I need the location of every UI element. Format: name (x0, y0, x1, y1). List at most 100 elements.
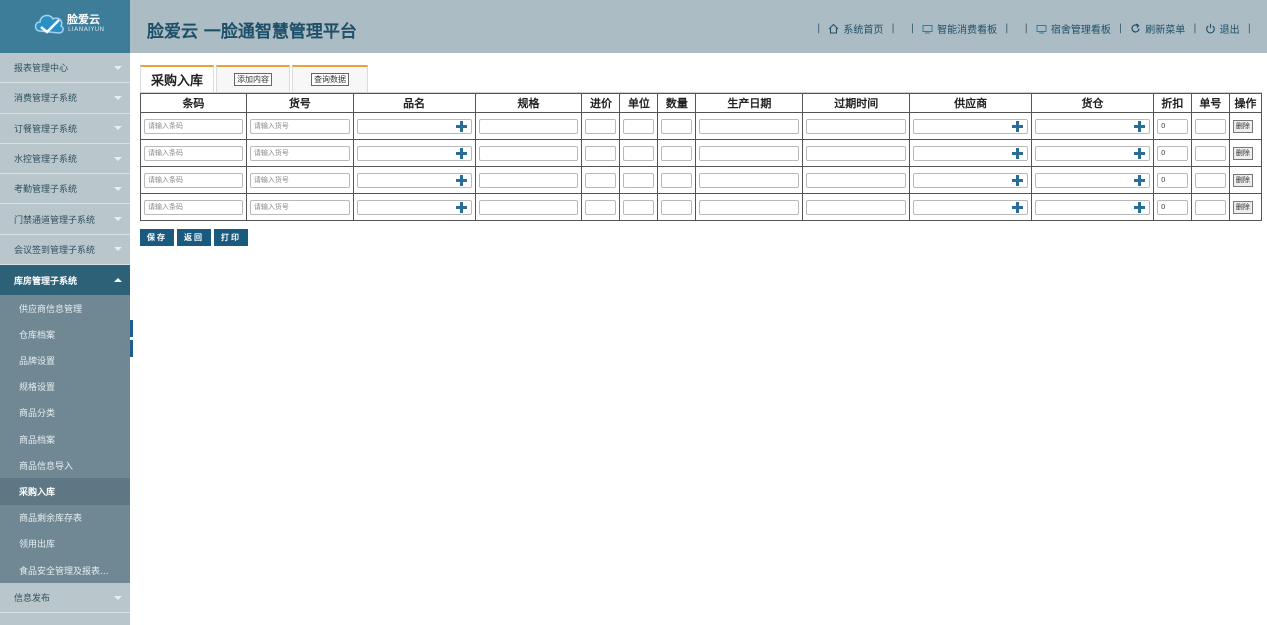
submenu-item-food-safety[interactable]: 食品安全管理及报表... (0, 557, 130, 583)
back-button[interactable]: 返回 (177, 229, 211, 246)
production-date-input[interactable] (699, 199, 800, 215)
product-name-picker[interactable] (356, 199, 472, 215)
product-name-picker[interactable] (356, 118, 472, 134)
price-input[interactable] (585, 145, 617, 161)
order-no-input[interactable] (1194, 145, 1226, 161)
plus-icon[interactable] (1133, 201, 1145, 213)
discount-input[interactable]: 0 (1156, 172, 1188, 188)
sidebar-item-report[interactable]: 报表管理中心 (0, 53, 130, 84)
supplier-picker[interactable] (913, 118, 1029, 134)
submenu-item-category[interactable]: 商品分类 (0, 400, 130, 426)
barcode-input[interactable]: 请输入条码 (144, 145, 243, 161)
barcode-input[interactable]: 请输入条码 (144, 118, 243, 134)
warehouse-picker[interactable] (1035, 172, 1150, 188)
sidebar-item-consume[interactable]: 消费管理子系统 (0, 83, 130, 114)
spec-input[interactable] (478, 145, 579, 161)
plus-icon[interactable] (1012, 120, 1024, 132)
unit-input[interactable] (623, 199, 655, 215)
unit-input[interactable] (623, 172, 655, 188)
expiry-date-input[interactable] (806, 145, 907, 161)
plus-icon[interactable] (1012, 201, 1024, 213)
supplier-picker[interactable] (913, 145, 1029, 161)
collapse-handle[interactable] (130, 340, 133, 357)
discount-input[interactable]: 0 (1156, 145, 1188, 161)
sidebar-item-attendance[interactable]: 考勤管理子系统 (0, 174, 130, 205)
expiry-date-input[interactable] (806, 118, 907, 134)
discount-input[interactable]: 0 (1156, 199, 1188, 215)
plus-icon[interactable] (455, 147, 467, 159)
nav-logout[interactable]: 退出 (1205, 21, 1240, 36)
print-button[interactable]: 打印 (214, 229, 248, 246)
save-button[interactable]: 保存 (140, 229, 174, 246)
order-no-input[interactable] (1194, 199, 1226, 215)
quantity-input[interactable] (661, 118, 693, 134)
submenu-item-brand[interactable]: 品牌设置 (0, 347, 130, 373)
collapse-handle[interactable] (130, 320, 133, 337)
production-date-input[interactable] (699, 172, 800, 188)
delete-button[interactable]: 删除 (1232, 119, 1253, 133)
itemno-input[interactable]: 请输入货号 (249, 118, 350, 134)
nav-consume-board[interactable]: 智能消费看板 (922, 21, 997, 36)
tab-add-content[interactable]: 添加内容 (216, 65, 290, 92)
spec-input[interactable] (478, 199, 579, 215)
price-input[interactable] (585, 199, 617, 215)
itemno-input[interactable]: 请输入货号 (249, 172, 350, 188)
submenu-item-outbound[interactable]: 领用出库 (0, 531, 130, 557)
supplier-picker[interactable] (913, 199, 1029, 215)
product-name-picker[interactable] (356, 172, 472, 188)
tab-query-data[interactable]: 查询数据 (292, 65, 368, 92)
plus-icon[interactable] (1012, 147, 1024, 159)
expiry-date-input[interactable] (806, 172, 907, 188)
production-date-input[interactable] (699, 145, 800, 161)
spec-input[interactable] (478, 118, 579, 134)
sidebar-item-warehouse[interactable]: 库房管理子系统 (0, 265, 130, 296)
nav-refresh[interactable]: 刷新菜单 (1130, 21, 1185, 36)
submenu-item-stock[interactable]: 商品剩余库存表 (0, 505, 130, 531)
delete-button[interactable]: 删除 (1232, 173, 1253, 187)
plus-icon[interactable] (1133, 120, 1145, 132)
warehouse-picker[interactable] (1035, 199, 1150, 215)
nav-dorm-board[interactable]: 宿舍管理看板 (1036, 21, 1111, 36)
sidebar-item-info[interactable]: 信息发布 (0, 583, 130, 614)
discount-input[interactable]: 0 (1156, 118, 1188, 134)
barcode-input[interactable]: 请输入条码 (144, 172, 243, 188)
logo[interactable]: 脸爱云 LIANAIYUN (0, 0, 130, 53)
submenu-item-product[interactable]: 商品档案 (0, 426, 130, 452)
sidebar-item-ordering[interactable]: 订餐管理子系统 (0, 114, 130, 144)
unit-input[interactable] (623, 145, 655, 161)
sidebar-item-access[interactable]: 门禁通道管理子系统 (0, 204, 130, 235)
submenu-item-purchase-inbound[interactable]: 采购入库 (0, 478, 130, 505)
order-no-input[interactable] (1194, 118, 1226, 134)
submenu-item-spec[interactable]: 规格设置 (0, 374, 130, 400)
warehouse-picker[interactable] (1035, 145, 1150, 161)
product-name-picker[interactable] (356, 145, 472, 161)
unit-input[interactable] (623, 118, 655, 134)
barcode-input[interactable]: 请输入条码 (144, 199, 243, 215)
plus-icon[interactable] (1012, 174, 1024, 186)
plus-icon[interactable] (455, 120, 467, 132)
warehouse-picker[interactable] (1035, 118, 1150, 134)
plus-icon[interactable] (455, 201, 467, 213)
plus-icon[interactable] (1133, 174, 1145, 186)
nav-home[interactable]: 系统首页 (828, 21, 883, 36)
price-input[interactable] (585, 172, 617, 188)
production-date-input[interactable] (699, 118, 800, 134)
spec-input[interactable] (478, 172, 579, 188)
order-no-input[interactable] (1194, 172, 1226, 188)
quantity-input[interactable] (661, 172, 693, 188)
plus-icon[interactable] (1133, 147, 1145, 159)
price-input[interactable] (585, 118, 617, 134)
expiry-date-input[interactable] (806, 199, 907, 215)
sidebar-item-water[interactable]: 水控管理子系统 (0, 144, 130, 175)
itemno-input[interactable]: 请输入货号 (249, 199, 350, 215)
quantity-input[interactable] (661, 145, 693, 161)
submenu-item-supplier[interactable]: 供应商信息管理 (0, 295, 130, 321)
itemno-input[interactable]: 请输入货号 (249, 145, 350, 161)
delete-button[interactable]: 删除 (1232, 146, 1253, 160)
plus-icon[interactable] (455, 174, 467, 186)
supplier-picker[interactable] (913, 172, 1029, 188)
submenu-item-import[interactable]: 商品信息导入 (0, 452, 130, 478)
tab-purchase-inbound[interactable]: 采购入库 (140, 65, 214, 92)
delete-button[interactable]: 删除 (1232, 200, 1253, 214)
quantity-input[interactable] (661, 199, 693, 215)
